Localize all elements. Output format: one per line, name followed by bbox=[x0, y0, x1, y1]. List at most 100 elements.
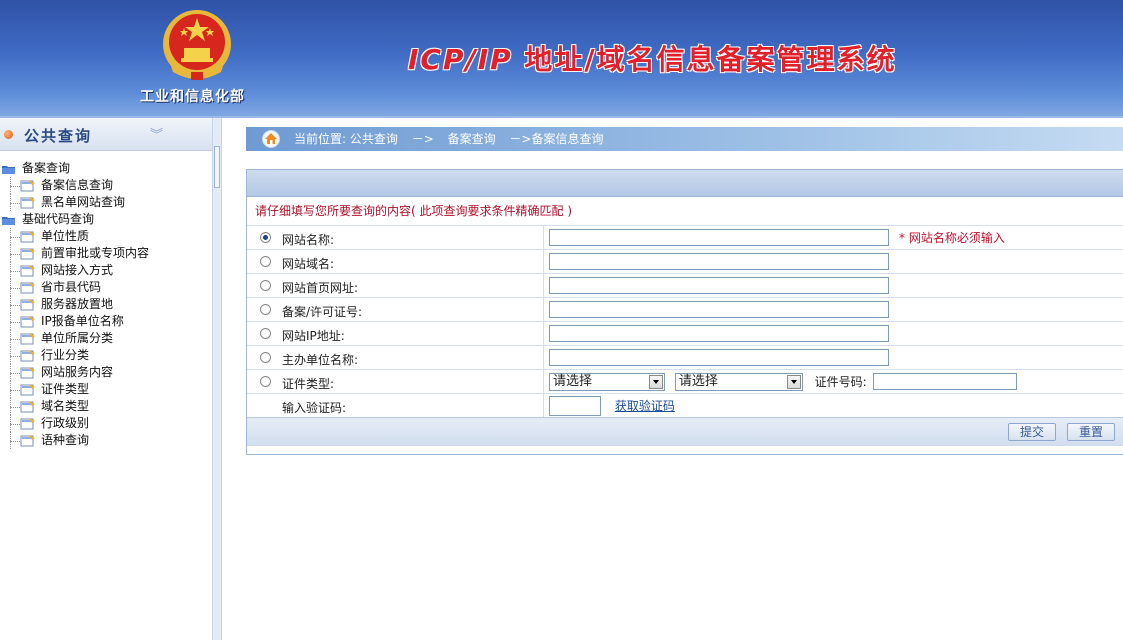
page-header: 工业和信息化部 ICP/IP 地址/域名信息备案管理系统 bbox=[0, 0, 1123, 118]
tree-item[interactable]: 行政级别 bbox=[0, 415, 212, 432]
tree-item[interactable]: 语种查询 bbox=[0, 432, 212, 449]
tree-item[interactable]: 行业分类 bbox=[0, 347, 212, 364]
tree-item[interactable]: 备案信息查询 bbox=[0, 177, 212, 194]
tree-item-label: 省市县代码 bbox=[41, 280, 102, 294]
tree-item-label: 行业分类 bbox=[41, 348, 90, 362]
query-form: 网站名称: * 网站名称必须输入 网站域名: 网站首页网址: 备案/许可证号: 网站IP地… bbox=[247, 225, 1123, 417]
tree-folder[interactable]: 基础代码查询 bbox=[0, 211, 212, 228]
tree-item[interactable]: 网站服务内容 bbox=[0, 364, 212, 381]
radio-button[interactable] bbox=[260, 232, 271, 243]
tree-line bbox=[10, 339, 20, 340]
cert-type-label: 证件类型: bbox=[282, 377, 335, 391]
dropdown-arrow-icon[interactable] bbox=[649, 374, 663, 389]
text-field[interactable] bbox=[549, 277, 889, 294]
text-field[interactable] bbox=[549, 325, 889, 342]
field-label: 网站首页网址: bbox=[282, 281, 359, 295]
orange-dot-icon bbox=[4, 130, 13, 139]
field-label: 网站域名: bbox=[282, 257, 335, 271]
tree-item[interactable]: IP报备单位名称 bbox=[0, 313, 212, 330]
radio-button[interactable] bbox=[260, 328, 271, 339]
captcha-label: 输入验证码: bbox=[282, 401, 347, 415]
document-icon bbox=[20, 366, 36, 379]
tree-line bbox=[10, 254, 20, 255]
text-field[interactable] bbox=[549, 229, 889, 246]
radio-button[interactable] bbox=[260, 352, 271, 363]
breadcrumb-part-2: 备案查询 bbox=[447, 132, 496, 146]
document-icon bbox=[20, 434, 36, 447]
tree-item[interactable]: 省市县代码 bbox=[0, 279, 212, 296]
document-icon bbox=[20, 417, 36, 430]
get-captcha-link[interactable]: 获取验证码 bbox=[615, 399, 675, 413]
text-field[interactable] bbox=[549, 301, 889, 318]
text-field[interactable] bbox=[549, 349, 889, 366]
tree-item[interactable]: 单位所属分类 bbox=[0, 330, 212, 347]
tree-item-label: 备案信息查询 bbox=[41, 178, 114, 192]
form-row: 网站IP地址: bbox=[247, 321, 1123, 346]
breadcrumb-text: 当前位置: 公共查询 －> 备案查询 －>备案信息查询 bbox=[294, 127, 613, 151]
tree-line bbox=[10, 390, 20, 391]
radio-cert-type[interactable] bbox=[260, 376, 271, 387]
cert-row: 证件类型: 请选择 请选择 证件号码: bbox=[247, 369, 1123, 394]
tree-item[interactable]: 证件类型 bbox=[0, 381, 212, 398]
tree-item[interactable]: 单位性质 bbox=[0, 228, 212, 245]
tree-item-label: IP报备单位名称 bbox=[41, 314, 124, 328]
splitter-handle[interactable] bbox=[214, 146, 220, 188]
cert-subtype-select[interactable]: 请选择 bbox=[674, 372, 803, 391]
tree-item[interactable]: 网站接入方式 bbox=[0, 262, 212, 279]
captcha-input[interactable] bbox=[549, 395, 601, 416]
folder-icon bbox=[2, 214, 16, 225]
document-icon bbox=[20, 383, 36, 396]
home-icon[interactable] bbox=[262, 130, 280, 148]
cert-number-label: 证件号码: bbox=[814, 375, 867, 389]
field-label: 主办单位名称: bbox=[282, 353, 359, 367]
submit-button[interactable]: 提交 bbox=[1008, 423, 1056, 441]
tree-line bbox=[10, 322, 20, 323]
tree-item[interactable]: 域名类型 bbox=[0, 398, 212, 415]
reset-button[interactable]: 重置 bbox=[1067, 423, 1115, 441]
document-icon bbox=[20, 196, 36, 209]
tree-item-label: 单位所属分类 bbox=[41, 331, 114, 345]
tree-line bbox=[10, 356, 20, 357]
tree-item-label: 语种查询 bbox=[41, 433, 90, 447]
double-chevron-down-icon[interactable]: ︾ bbox=[150, 124, 163, 143]
tree-line bbox=[10, 288, 20, 289]
national-emblem-icon bbox=[163, 10, 231, 80]
query-form-panel: 请仔细填写您所要查询的内容( 此项查询要求条件精确匹配 ) 网站名称: * 网站名… bbox=[246, 169, 1123, 455]
tree-item-label: 域名类型 bbox=[41, 399, 90, 413]
sidebar-title: 公共查询 bbox=[24, 127, 93, 145]
cert-type-select[interactable]: 请选择 bbox=[549, 372, 665, 391]
tree-item[interactable]: 前置审批或专项内容 bbox=[0, 245, 212, 262]
dropdown-arrow-icon[interactable] bbox=[786, 374, 801, 389]
system-title: ICP/IP 地址/域名信息备案管理系统 bbox=[408, 38, 897, 78]
cert-type-select-value: 请选择 bbox=[553, 373, 593, 389]
tree-item-label: 证件类型 bbox=[41, 382, 90, 396]
tree-line bbox=[10, 407, 20, 408]
tree-line bbox=[10, 237, 20, 238]
folder-icon bbox=[2, 163, 16, 174]
form-row: 网站首页网址: bbox=[247, 273, 1123, 298]
cert-number-input[interactable] bbox=[872, 373, 1017, 390]
text-field[interactable] bbox=[549, 253, 889, 270]
field-label: 网站IP地址: bbox=[282, 329, 345, 343]
breadcrumb: 当前位置: 公共查询 －> 备案查询 －>备案信息查询 bbox=[246, 127, 1123, 151]
sidebar-splitter[interactable] bbox=[212, 118, 222, 640]
tree-line bbox=[10, 441, 20, 442]
tree-item[interactable]: 黑名单网站查询 bbox=[0, 194, 212, 211]
document-icon bbox=[20, 349, 36, 362]
ministry-name: 工业和信息化部 bbox=[140, 89, 245, 105]
document-icon bbox=[20, 179, 36, 192]
tree-item[interactable]: 服务器放置地 bbox=[0, 296, 212, 313]
tree-item-label: 前置审批或专项内容 bbox=[41, 246, 150, 260]
document-icon bbox=[20, 332, 36, 345]
sidebar-header[interactable]: 公共查询 ︾ bbox=[0, 118, 212, 151]
form-row: 主办单位名称: bbox=[247, 345, 1123, 370]
radio-button[interactable] bbox=[260, 280, 271, 291]
radio-button[interactable] bbox=[260, 304, 271, 315]
radio-button[interactable] bbox=[260, 256, 271, 267]
document-icon bbox=[20, 247, 36, 260]
tree-item-label: 网站接入方式 bbox=[41, 263, 114, 277]
tree-folder[interactable]: 备案查询 bbox=[0, 160, 212, 177]
tree-item-label: 行政级别 bbox=[41, 416, 90, 430]
tree-line bbox=[10, 424, 20, 425]
document-icon bbox=[20, 400, 36, 413]
